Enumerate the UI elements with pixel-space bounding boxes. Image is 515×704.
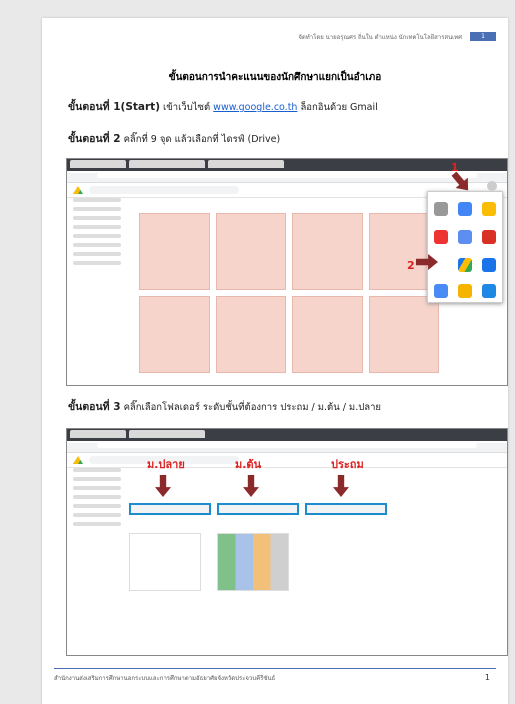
file-thumbnail: [217, 533, 289, 591]
step-2-text: คลิ๊กที่ 9 จุด แล้วเลือกที่ ไดรฟ์ (Drive…: [123, 134, 281, 145]
file-thumbnail: [129, 533, 201, 591]
marker-2: 2: [407, 259, 415, 272]
step-3-label: ขั้นตอนที่ 3: [68, 401, 121, 413]
label-upper-secondary: ม.ปลาย: [147, 458, 185, 471]
step-1-label: ขั้นตอนที่ 1(Start): [68, 101, 161, 113]
page-tag: 1: [470, 32, 496, 41]
step-1: ขั้นตอนที่ 1(Start) เข้าเว็บไซต์ www.goo…: [68, 98, 378, 115]
folder-lower-secondary[interactable]: [217, 503, 299, 515]
step-3: ขั้นตอนที่ 3 คลิ๊กเลือกโฟลเดอร์ ระดับชั้…: [68, 398, 381, 415]
step-1-tail: ล็อกอินด้วย Gmail: [300, 102, 378, 113]
apps-launcher-popup: [427, 191, 503, 303]
arrow-upper-secondary: [155, 475, 171, 497]
label-primary: ประถม: [331, 458, 364, 471]
drive-screenshot-2: ม.ปลาย ม.ต้น ประถม: [66, 428, 508, 656]
document-page: จัดทำโดย นายอรุณศร ถิ่นใน ตำแหน่ง นักเทค…: [42, 18, 508, 704]
file-grid: [139, 213, 439, 373]
drive-sidebar: [67, 463, 127, 655]
drive-app-icon[interactable]: [458, 258, 472, 272]
page-header: จัดทำโดย นายอรุณศร ถิ่นใน ตำแหน่ง นักเทค…: [298, 34, 462, 41]
step-1-text: เข้าเว็บไซต์: [163, 102, 211, 113]
drive-sidebar: [67, 193, 127, 385]
step-3-text: คลิ๊กเลือกโฟลเดอร์ ระดับชั้นที่ต้องการ ป…: [123, 402, 381, 413]
address-bar: [67, 173, 507, 183]
document-title: ขั้นตอนการนำคะแนนของนักศึกษาแยกเป็นอำเภอ: [168, 72, 382, 83]
drive-screenshot-1: 1 2: [66, 158, 508, 386]
step-2: ขั้นตอนที่ 2 คลิ๊กที่ 9 จุด แล้วเลือกที่…: [68, 130, 280, 147]
folder-primary[interactable]: [305, 503, 387, 515]
arrow-lower-secondary: [243, 475, 259, 497]
marker-1: 1: [451, 161, 459, 174]
page-number: 1: [484, 673, 490, 682]
google-link[interactable]: www.google.co.th: [213, 102, 297, 113]
folder-upper-secondary[interactable]: [129, 503, 211, 515]
label-lower-secondary: ม.ต้น: [235, 458, 262, 471]
step-2-label: ขั้นตอนที่ 2: [68, 133, 121, 145]
browser-tabbar: [67, 159, 507, 171]
footer-text: สำนักงานส่งเสริมการศึกษานอกระบบและการศึก…: [54, 675, 276, 682]
page-footer: สำนักงานส่งเสริมการศึกษานอกระบบและการศึก…: [54, 668, 496, 683]
account-avatar-icon[interactable]: [487, 181, 497, 191]
arrow-primary: [333, 475, 349, 497]
